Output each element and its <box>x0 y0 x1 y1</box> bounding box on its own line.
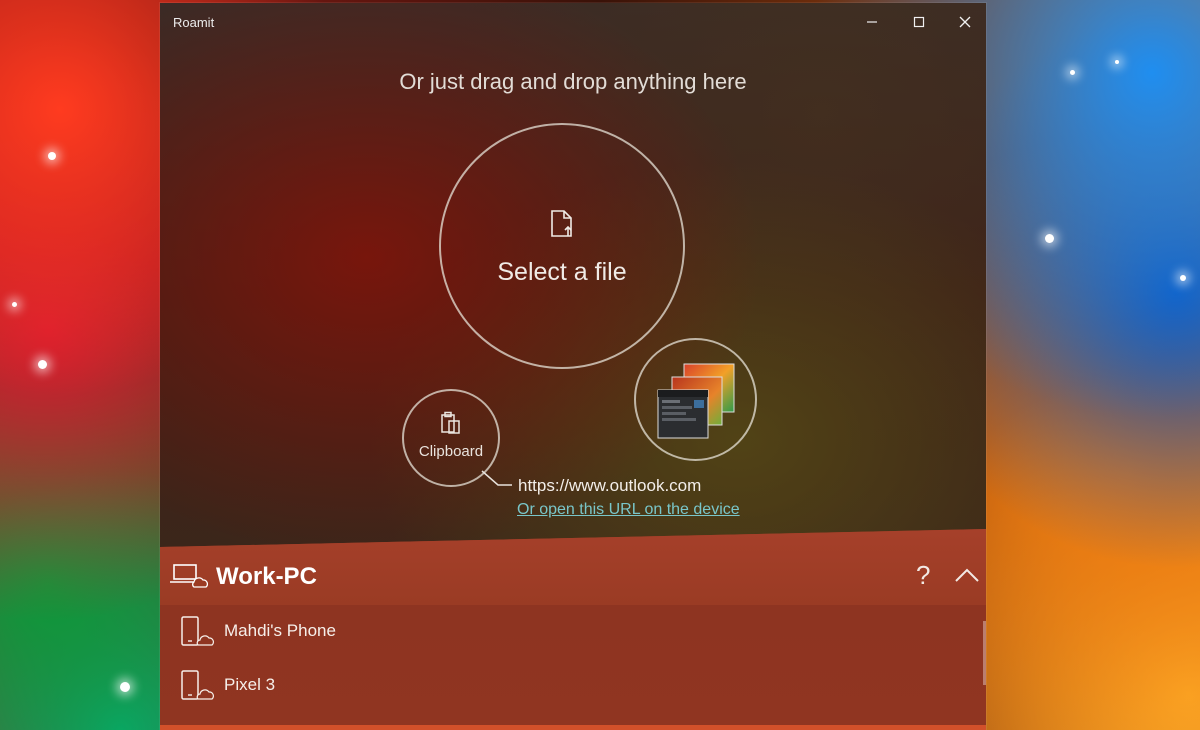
device-panel: Work-PC ? Mahdi's Phone Pixel 3 <box>160 529 986 730</box>
roamit-window: Roamit Or just drag and drop anything he… <box>160 3 986 730</box>
device-list-scrollbar[interactable] <box>983 621 986 685</box>
wallpaper-sparkle <box>1045 234 1054 243</box>
wallpaper-sparkle <box>1070 70 1075 75</box>
list-item[interactable]: Mahdi's Phone <box>160 605 980 659</box>
wallpaper-sparkle <box>1115 60 1119 64</box>
list-item[interactable]: Pixel 3 <box>160 659 980 713</box>
wallpaper-sparkle <box>120 682 130 692</box>
open-url-link[interactable]: Or open this URL on the device <box>517 501 740 519</box>
wallpaper-sparkle <box>1180 275 1186 281</box>
next-item-edge <box>160 725 986 730</box>
laptop-cloud-icon <box>170 564 208 588</box>
clipboard-url: https://www.outlook.com <box>518 476 702 495</box>
chevron-up-icon[interactable] <box>954 567 980 583</box>
device-label: Pixel 3 <box>224 675 276 694</box>
wallpaper-sparkle <box>12 302 17 307</box>
device-list: Mahdi's Phone Pixel 3 <box>160 605 986 730</box>
current-device-name: Work-PC <box>216 563 317 590</box>
phone-cloud-icon <box>181 670 214 700</box>
wallpaper-sparkle <box>38 360 47 369</box>
wallpaper-sparkle <box>48 152 56 160</box>
device-label: Mahdi's Phone <box>224 621 336 640</box>
help-button[interactable]: ? <box>916 560 930 591</box>
phone-cloud-icon <box>181 616 214 646</box>
clipboard-connector-line <box>481 470 512 486</box>
